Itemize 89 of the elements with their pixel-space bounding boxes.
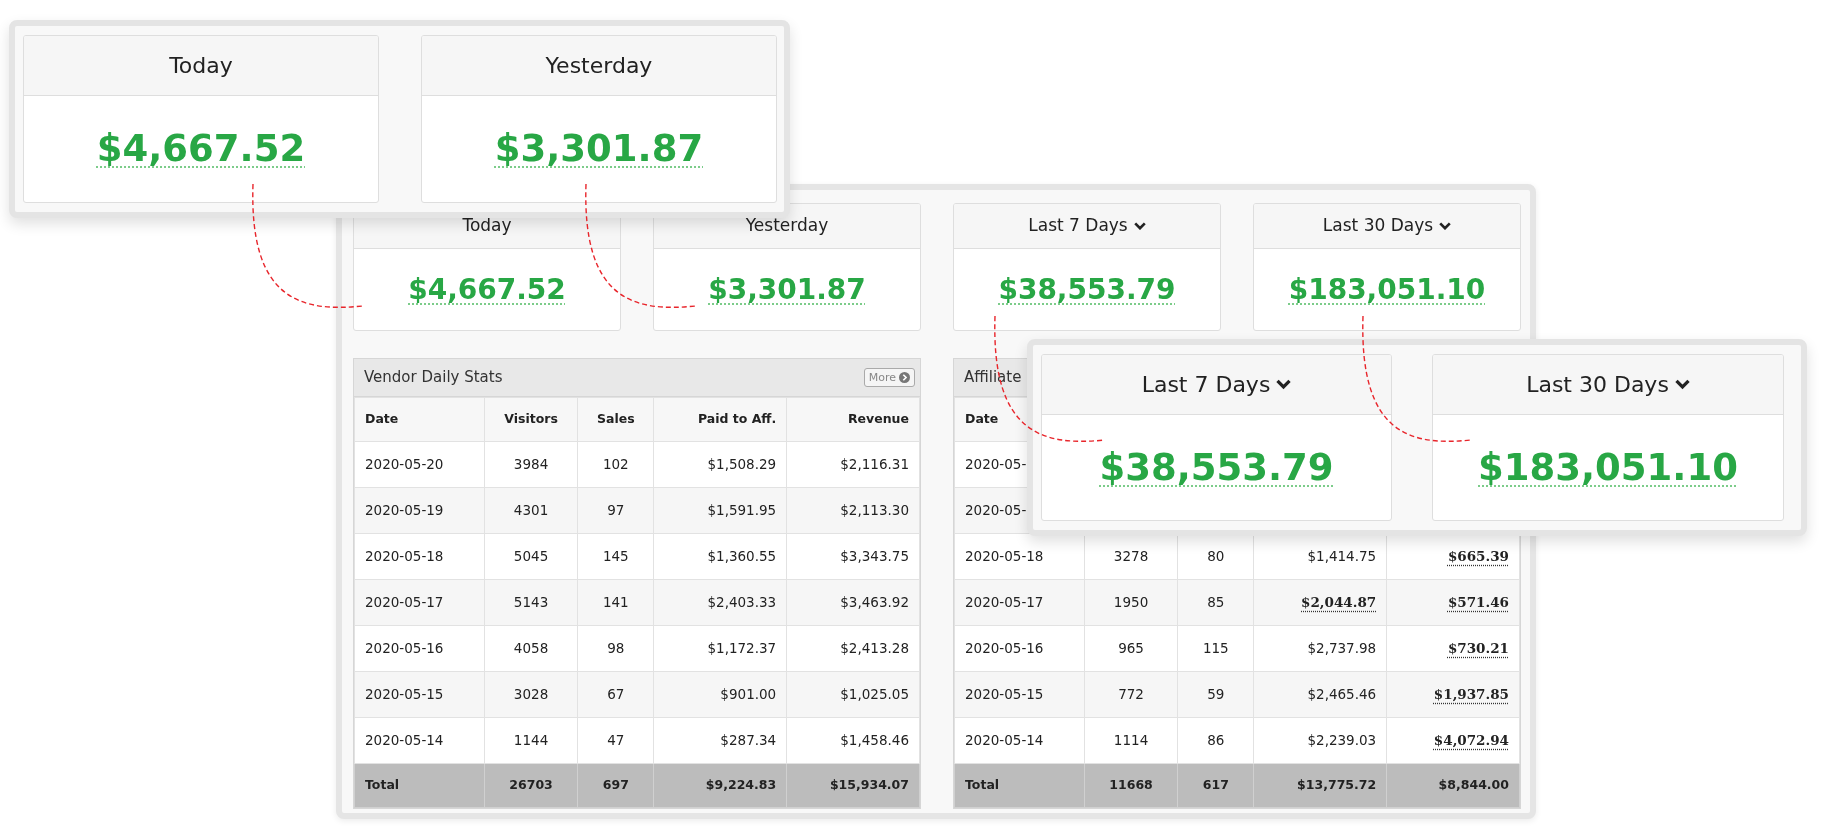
table-cell: 1144 xyxy=(484,717,578,764)
card-title: Today xyxy=(462,214,512,238)
table-cell: 2020-05-17 xyxy=(954,579,1085,626)
table-cell: $4,072.94 xyxy=(1386,717,1520,764)
table-cell: $1,508.29 xyxy=(653,441,787,488)
chevron-down-icon xyxy=(1133,221,1146,231)
amount-value: $183,051.10 xyxy=(1288,271,1486,308)
total-cell: $13,775.72 xyxy=(1253,763,1387,808)
table-cell: 2020-05-19 xyxy=(354,487,485,534)
table-cell: 141 xyxy=(577,579,654,626)
table-cell: 47 xyxy=(577,717,654,764)
table-cell: 2020-05-15 xyxy=(354,671,485,718)
table-cell: 772 xyxy=(1084,671,1178,718)
table-cell: 3984 xyxy=(484,441,578,488)
table-cell: 4301 xyxy=(484,487,578,534)
table-cell: $1,360.55 xyxy=(653,533,787,580)
total-cell: Total xyxy=(954,763,1085,808)
total-cell: $15,934.07 xyxy=(786,763,920,808)
column-header: Date xyxy=(354,397,485,442)
table-cell: $1,025.05 xyxy=(786,671,920,718)
table-cell: 965 xyxy=(1084,625,1178,672)
total-cell: 11668 xyxy=(1084,763,1178,808)
table-cell: 59 xyxy=(1177,671,1254,718)
table-cell: $1,937.85 xyxy=(1386,671,1520,718)
table-cell: 2020-05-18 xyxy=(354,533,485,580)
card-title: Today xyxy=(169,52,233,80)
table-cell: 2020-05-14 xyxy=(354,717,485,764)
total-cell: 697 xyxy=(577,763,654,808)
table-cell: 2020-05-16 xyxy=(954,625,1085,672)
chevron-down-icon xyxy=(1276,379,1292,390)
table-cell: 115 xyxy=(1177,625,1254,672)
table-cell: $2,116.31 xyxy=(786,441,920,488)
table-cell: $3,343.75 xyxy=(786,533,920,580)
table-cell: $287.34 xyxy=(653,717,787,764)
table-cell: $2,465.46 xyxy=(1253,671,1387,718)
table-cell: $3,463.92 xyxy=(786,579,920,626)
table-cell: 85 xyxy=(1177,579,1254,626)
total-cell: Total xyxy=(354,763,485,808)
table-cell: 5045 xyxy=(484,533,578,580)
table-cell: 5143 xyxy=(484,579,578,626)
table-cell: 1950 xyxy=(1084,579,1178,626)
amount-value: $3,301.87 xyxy=(708,271,866,308)
table-cell: 97 xyxy=(577,487,654,534)
table-cell: $2,403.33 xyxy=(653,579,787,626)
table-cell: $1,458.46 xyxy=(786,717,920,764)
amount-value: $38,553.79 xyxy=(998,271,1176,308)
chevron-down-icon xyxy=(1674,379,1690,390)
table-cell: 145 xyxy=(577,533,654,580)
total-cell: 26703 xyxy=(484,763,578,808)
table-cell: 2020-05-14 xyxy=(954,717,1085,764)
amount-value: $183,051.10 xyxy=(1478,445,1738,492)
table-cell: $2,737.98 xyxy=(1253,625,1387,672)
table-cell: $901.00 xyxy=(653,671,787,718)
panel-title: Vendor Daily Stats xyxy=(364,367,503,389)
table-cell: 4058 xyxy=(484,625,578,672)
panel-title: Affiliate xyxy=(964,367,1022,389)
table-cell: $2,113.30 xyxy=(786,487,920,534)
table-cell: 2020-05-17 xyxy=(354,579,485,626)
table-cell: 3028 xyxy=(484,671,578,718)
table-cell: 102 xyxy=(577,441,654,488)
table-cell: $1,591.95 xyxy=(653,487,787,534)
amount-value: $38,553.79 xyxy=(1099,445,1334,492)
table-cell: $2,044.87 xyxy=(1253,579,1387,626)
table-cell: 2020-05-20 xyxy=(354,441,485,488)
card-title: Yesterday xyxy=(545,52,653,80)
table-cell: 98 xyxy=(577,625,654,672)
chevron-down-icon xyxy=(1439,221,1452,231)
total-cell: $9,224.83 xyxy=(653,763,787,808)
column-header: Revenue xyxy=(786,397,920,442)
amount-value: $3,301.87 xyxy=(494,126,704,173)
table-cell: $1,172.37 xyxy=(653,625,787,672)
table-cell: 2020-05-16 xyxy=(354,625,485,672)
circle-arrow-icon xyxy=(899,372,910,383)
card-title: Yesterday xyxy=(745,214,829,238)
table-cell: $571.46 xyxy=(1386,579,1520,626)
table-cell: 2020-05-15 xyxy=(954,671,1085,718)
table-cell: 86 xyxy=(1177,717,1254,764)
total-cell: 617 xyxy=(1177,763,1254,808)
amount-value: $4,667.52 xyxy=(408,271,566,308)
column-header: Paid to Aff. xyxy=(653,397,787,442)
amount-value: $4,667.52 xyxy=(96,126,306,173)
table-cell: $2,413.28 xyxy=(786,625,920,672)
table-cell: $730.21 xyxy=(1386,625,1520,672)
column-header: Visitors xyxy=(484,397,578,442)
column-header: Sales xyxy=(577,397,654,442)
total-cell: $8,844.00 xyxy=(1386,763,1520,808)
table-cell: $2,239.03 xyxy=(1253,717,1387,764)
table-cell: 1114 xyxy=(1084,717,1178,764)
table-cell: 67 xyxy=(577,671,654,718)
